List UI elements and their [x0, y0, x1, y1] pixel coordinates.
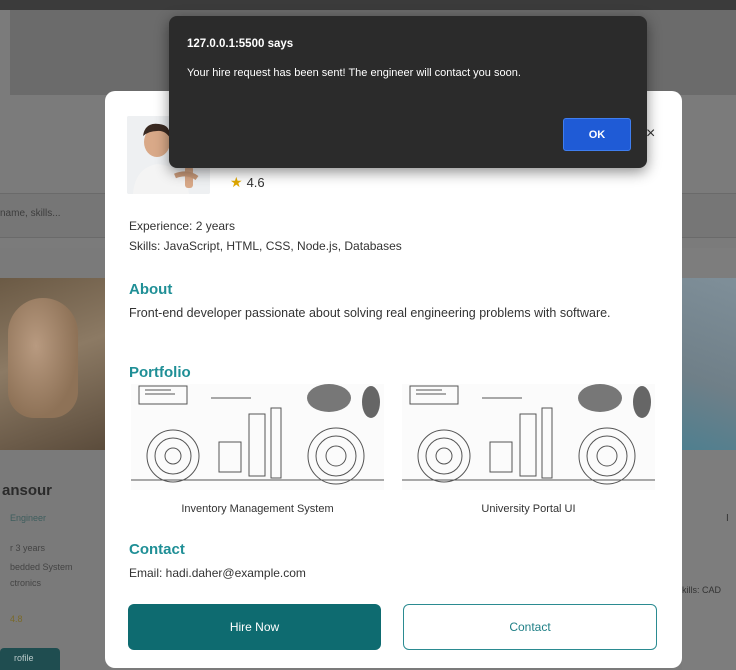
- rating-value: 4.6: [246, 175, 265, 190]
- alert-message: Your hire request has been sent! The eng…: [187, 67, 521, 79]
- background-card-right-text: I: [726, 513, 729, 524]
- portfolio-heading: Portfolio: [129, 364, 191, 381]
- about-text: Front-end developer passionate about sol…: [129, 306, 611, 320]
- engineer-rating: ★ 4.6: [230, 174, 265, 191]
- background-card-name: ansour: [2, 482, 53, 499]
- background-card-skills-2: ctronics: [10, 578, 42, 588]
- background-search-placeholder: name, skills...: [0, 208, 61, 219]
- portfolio-image-2[interactable]: [402, 384, 655, 490]
- background-view-profile-button: rofile: [0, 648, 60, 670]
- close-icon[interactable]: ×: [646, 125, 655, 143]
- about-heading: About: [129, 281, 173, 298]
- background-card-photo-right: [682, 278, 736, 450]
- background-card-right-skills: kills: CAD: [682, 585, 722, 595]
- portfolio-caption-2: University Portal UI: [481, 503, 576, 515]
- background-card-role: Engineer: [10, 513, 47, 523]
- background-card-skills: bedded System: [10, 562, 73, 572]
- alert-title: 127.0.0.1:5500 says: [187, 38, 294, 50]
- contact-button[interactable]: Contact: [403, 604, 657, 650]
- engineer-skills: Skills: JavaScript, HTML, CSS, Node.js, …: [129, 239, 402, 253]
- hire-now-button[interactable]: Hire Now: [128, 604, 381, 650]
- background-card-face: [8, 298, 78, 418]
- portfolio-caption-1: Inventory Management System: [181, 503, 334, 515]
- contact-email: Email: hadi.daher@example.com: [129, 566, 306, 580]
- browser-top-strip: [0, 0, 736, 10]
- portfolio-image-1[interactable]: [131, 384, 384, 490]
- contact-heading: Contact: [129, 541, 185, 558]
- background-card-rating: 4.8: [10, 614, 23, 624]
- star-icon: ★: [230, 174, 243, 190]
- alert-ok-button[interactable]: OK: [563, 118, 631, 151]
- background-card-experience: r 3 years: [10, 543, 46, 553]
- engineer-experience: Experience: 2 years: [129, 219, 236, 233]
